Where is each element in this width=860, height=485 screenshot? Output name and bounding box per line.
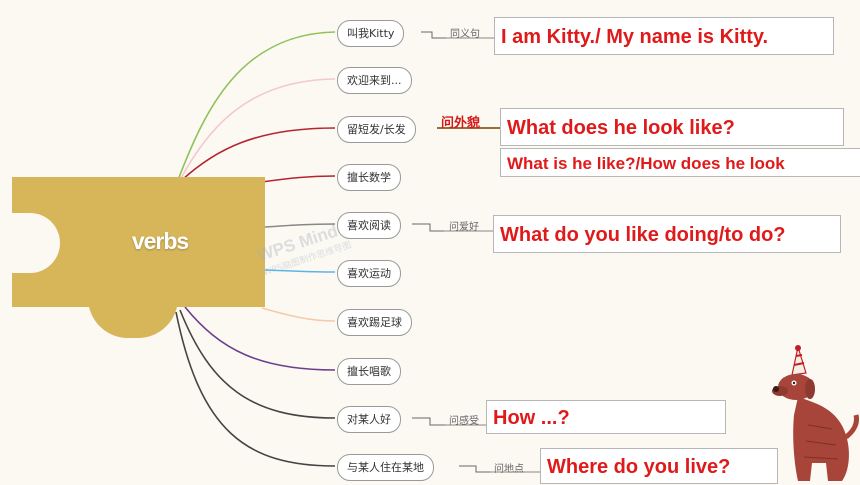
node-short-long-hair[interactable]: 留短发/长发 [337, 116, 416, 143]
node-live-with-someone[interactable]: 与某人住在某地 [337, 454, 434, 481]
node-welcome-to[interactable]: 欢迎来到... [337, 67, 412, 94]
node-like-reading[interactable]: 喜欢阅读 [337, 212, 401, 239]
answer-box-name[interactable]: I am Kitty./ My name is Kitty. [494, 17, 834, 55]
connector-0 [421, 31, 446, 39]
dog-mascot-illustration [772, 345, 859, 481]
branch-line-3 [261, 175, 336, 183]
branch-line-6 [261, 307, 336, 322]
node-call-me-kitty[interactable]: 叫我Kitty [337, 20, 405, 47]
central-topic-label: verbs [131, 228, 189, 254]
connector-9 [459, 465, 490, 473]
branch-line-2 [181, 127, 336, 181]
node-like-football[interactable]: 喜欢踢足球 [337, 309, 412, 336]
answer-box-appearance[interactable]: What does he look like? [500, 108, 844, 146]
node-good-at-singing[interactable]: 擅长唱歌 [337, 358, 401, 385]
answer-box-appearance-alt[interactable]: What is he like?/How does he look [500, 148, 860, 177]
branch-line-1 [179, 78, 336, 181]
connector-4 [412, 223, 444, 232]
branch-line-0 [177, 31, 336, 181]
node-good-at-math[interactable]: 擅长数学 [337, 164, 401, 191]
relation-feeling: 问感受 [449, 416, 479, 427]
relation-hobby: 问爱好 [449, 222, 479, 233]
mind-map-canvas: verbs WPS Mind WPS脑图制作思维导图 叫我Kitty 欢迎来到.… [0, 0, 860, 484]
relation-appearance: 问外貌 [441, 116, 481, 131]
connector-8 [412, 417, 445, 426]
relation-location: 问地点 [494, 464, 524, 475]
answer-box-feeling[interactable]: How ...? [486, 400, 726, 434]
answer-box-location[interactable]: Where do you live? [540, 448, 778, 484]
branch-line-9 [175, 311, 336, 467]
central-topic-notch [0, 213, 60, 273]
node-kind-to-someone[interactable]: 对某人好 [337, 406, 401, 433]
node-like-sports[interactable]: 喜欢运动 [337, 260, 401, 287]
answer-box-hobby[interactable]: What do you like doing/to do? [493, 215, 841, 253]
relation-synonym: 同义句 [450, 29, 480, 40]
